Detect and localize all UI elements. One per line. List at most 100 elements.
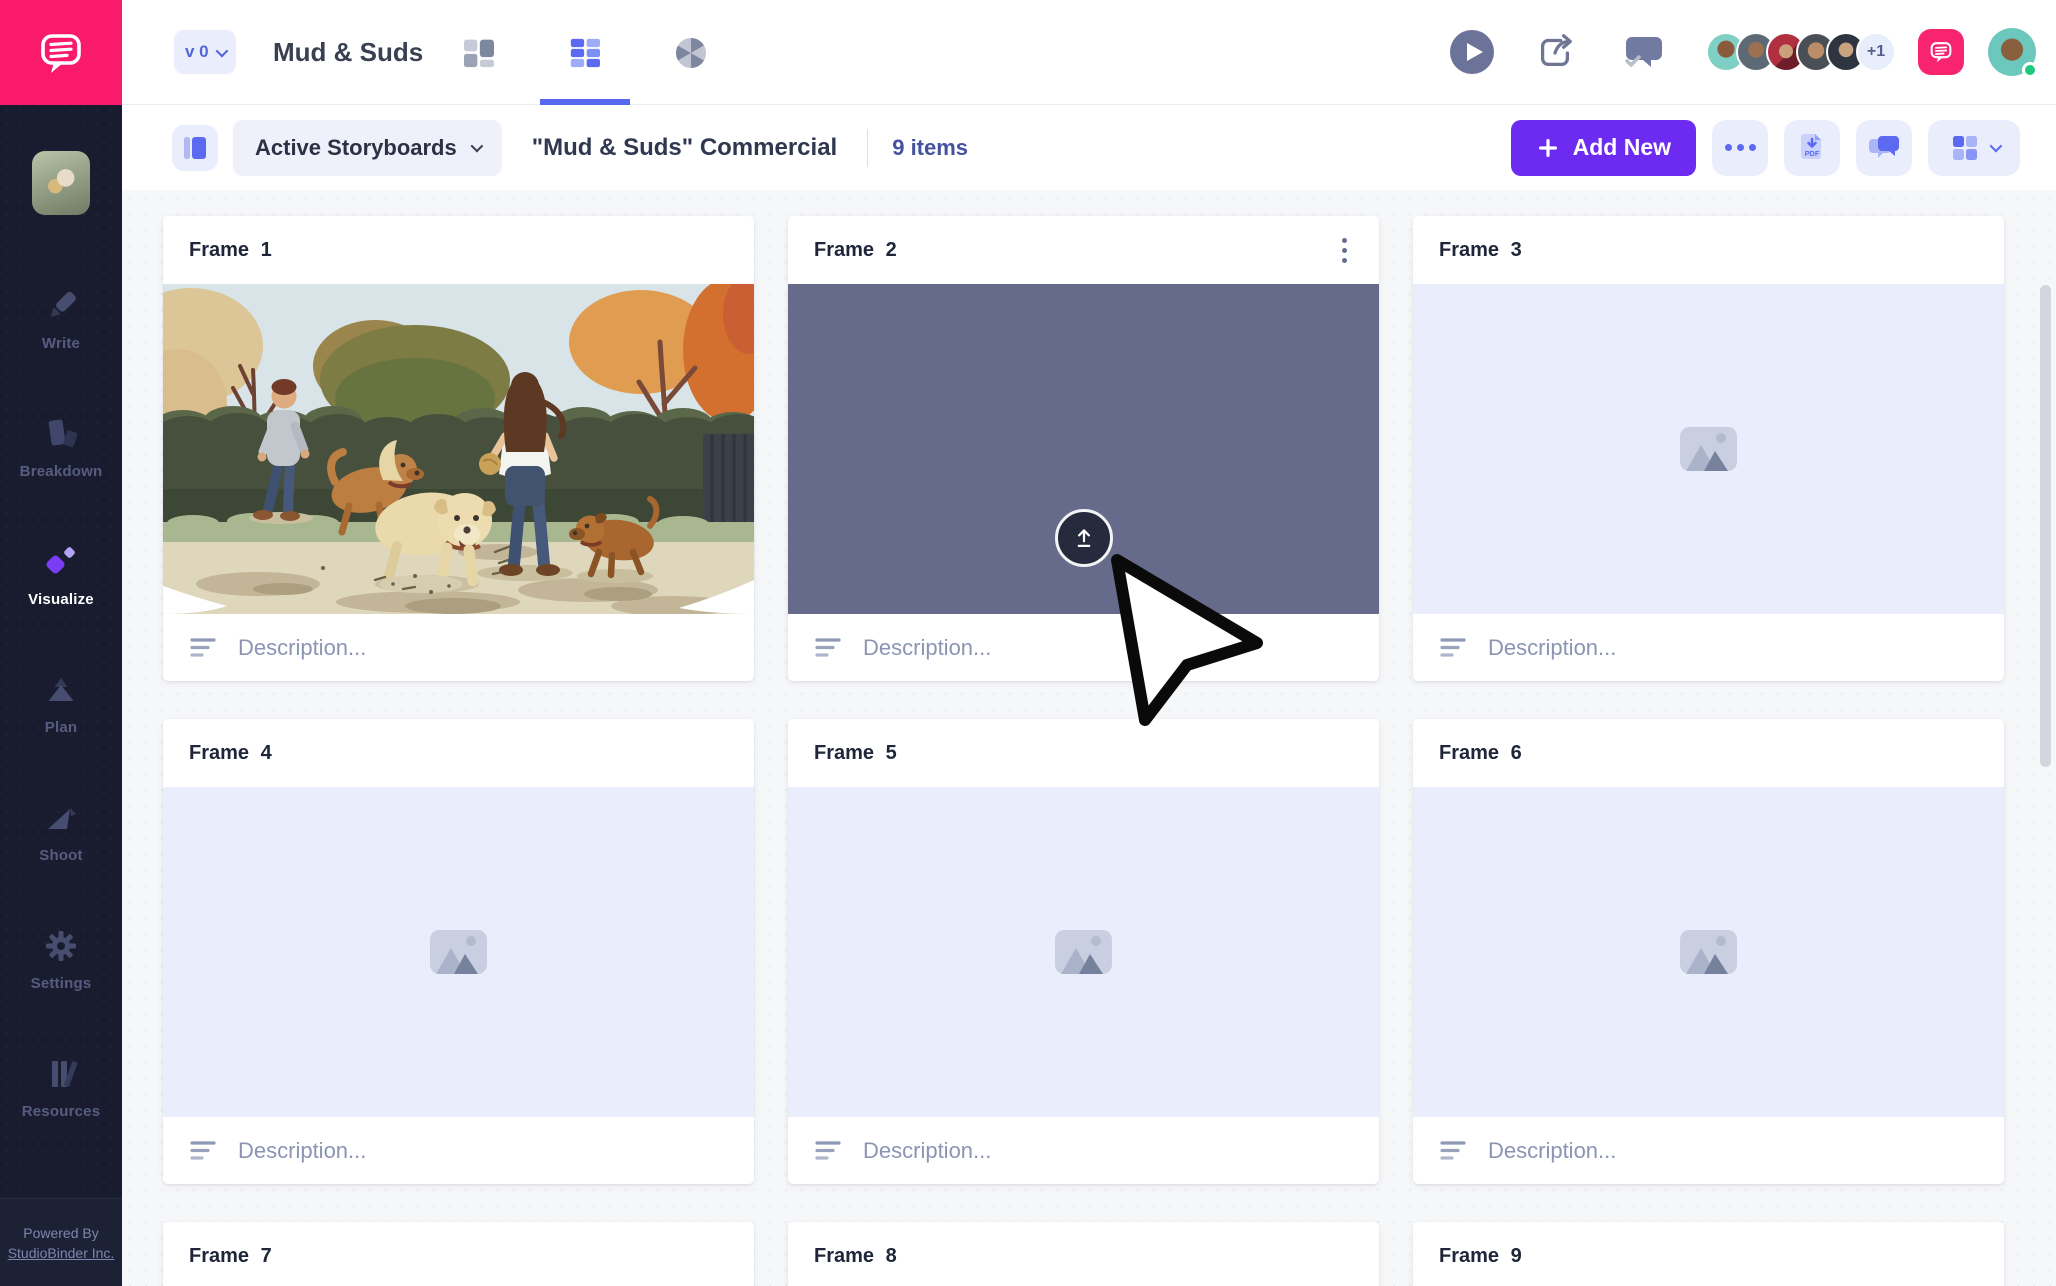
tab-grid-view[interactable] [565,0,605,105]
storyboards-dropdown[interactable]: Active Storyboards [233,120,502,176]
frame-card-2: Frame 2 [788,216,1379,681]
powered-by-text: Powered By [23,1225,98,1241]
frame-card-4: Frame 4 [163,719,754,1184]
frame-description-field[interactable]: Description... [788,614,1379,681]
frames-grid: Frame 1 [122,190,2056,1286]
board-title: "Mud & Suds" Commercial [532,134,837,162]
chat-bubbles-icon [1867,131,1901,165]
frame-image-placeholder[interactable] [1413,787,2004,1117]
sidebar-item-label: Visualize [28,591,94,608]
frame-card-header: Frame 8 [788,1222,1379,1286]
description-placeholder: Description... [863,635,991,661]
frame-title: Frame 3 [1439,239,1522,262]
sidebar-item-settings[interactable]: Settings [0,895,122,1023]
view-tabs [459,0,711,105]
top-bar: v 0 Mud & Suds [122,0,2056,105]
studiobinder-logo[interactable] [0,0,122,105]
frame-menu-kebab-icon[interactable] [1336,232,1353,269]
speech-bubble-logo-icon [34,26,88,80]
frame-card-header: Frame 4 [163,719,754,787]
sidebar-item-write[interactable]: Write [0,255,122,383]
chevron-down-icon [470,140,483,153]
upload-arrow-icon [1065,519,1103,557]
image-placeholder-icon [1680,427,1737,471]
vertical-scrollbar[interactable] [2040,285,2051,767]
divider [867,129,868,167]
sidebar-item-label: Settings [31,975,92,992]
tab-shot-view[interactable] [671,0,711,105]
description-lines-icon [190,637,216,659]
frame-description-field[interactable]: Description... [163,1117,754,1184]
play-button[interactable] [1450,30,1494,74]
top-bar-actions: +1 [1450,28,2056,76]
frame-description-field[interactable]: Description... [1413,1117,2004,1184]
description-placeholder: Description... [238,1138,366,1164]
export-pdf-button[interactable]: PDF [1784,120,1840,176]
board-toolbar-actions: Add New PDF [1511,120,2056,176]
plus-icon [1536,136,1560,160]
play-icon [1450,30,1494,74]
frame-image-placeholder[interactable] [163,787,754,1117]
studiobinder-link[interactable]: StudioBinder Inc. [8,1245,115,1261]
frame-title: Frame 8 [814,1245,897,1268]
sidebar-item-breakdown[interactable]: Breakdown [0,383,122,511]
frame-title: Frame 9 [1439,1245,1522,1268]
mosaic-layout-icon [459,33,499,73]
share-button[interactable] [1534,31,1576,73]
layout-switcher-button[interactable] [1928,120,2020,176]
frame-title: Frame 1 [189,239,272,262]
studiobinder-chat-button[interactable] [1918,29,1964,75]
frame-image-placeholder[interactable] [788,787,1379,1117]
more-options-button[interactable] [1712,120,1768,176]
board-comments-button[interactable] [1856,120,1912,176]
shoot-icon [41,798,81,838]
frame-description-field[interactable]: Description... [788,1117,1379,1184]
sidebar-item-label: Breakdown [20,463,103,480]
frame-title: Frame 6 [1439,742,1522,765]
grid-icon [1950,133,1980,163]
user-avatar[interactable] [1988,28,2036,76]
powered-by: Powered By StudioBinder Inc. [0,1198,122,1286]
frame-card-6: Frame 6 [1413,719,2004,1184]
avatar-overflow-badge[interactable]: +1 [1856,32,1896,72]
tab-board-view[interactable] [459,0,499,105]
chat-bubble-icon [1927,38,1955,66]
description-placeholder: Description... [863,1138,991,1164]
frame-card-9: Frame 9 [1413,1222,2004,1286]
sidebar-item-shoot[interactable]: Shoot [0,767,122,895]
sidebar-item-visualize[interactable]: Visualize [0,511,122,639]
description-placeholder: Description... [1488,1138,1616,1164]
version-selector[interactable]: v 0 [174,30,236,74]
sidebar-item-resources[interactable]: Resources [0,1023,122,1151]
frame-image[interactable] [163,284,754,614]
frame-upload-dropzone[interactable] [788,284,1379,614]
board-toolbar: Active Storyboards "Mud & Suds" Commerci… [122,105,2056,190]
sidebar-item-label: Plan [45,719,77,736]
frame-description-field[interactable]: Description... [163,614,754,681]
storyboard-illustration-park-scene [163,284,754,614]
visualize-icon [41,542,81,582]
description-lines-icon [1440,637,1466,659]
frame-card-5: Frame 5 [788,719,1379,1184]
add-new-button[interactable]: Add New [1511,120,1696,176]
comment-check-icon [1620,29,1666,75]
mountains-icon [41,670,81,710]
sidebar: Write Breakdown Visualize Plan [0,0,122,1286]
comments-button[interactable] [1620,29,1666,75]
items-count: 9 items [892,135,968,161]
aperture-icon [671,33,711,73]
frame-image-placeholder[interactable] [1413,284,2004,614]
frame-card-header: Frame 5 [788,719,1379,787]
chevron-down-icon [215,44,228,57]
panel-layout-button[interactable] [172,125,218,171]
sidebar-layout-icon [182,135,208,161]
project-thumbnail[interactable] [32,151,90,215]
frame-card-header: Frame 9 [1413,1222,2004,1286]
frame-description-field[interactable]: Description... [1413,614,2004,681]
frame-title: Frame 4 [189,742,272,765]
upload-button[interactable] [1055,509,1113,567]
sidebar-item-plan[interactable]: Plan [0,639,122,767]
frame-card-7: Frame 7 [163,1222,754,1286]
chevron-down-icon [1989,140,2002,153]
books-icon [41,1054,81,1094]
